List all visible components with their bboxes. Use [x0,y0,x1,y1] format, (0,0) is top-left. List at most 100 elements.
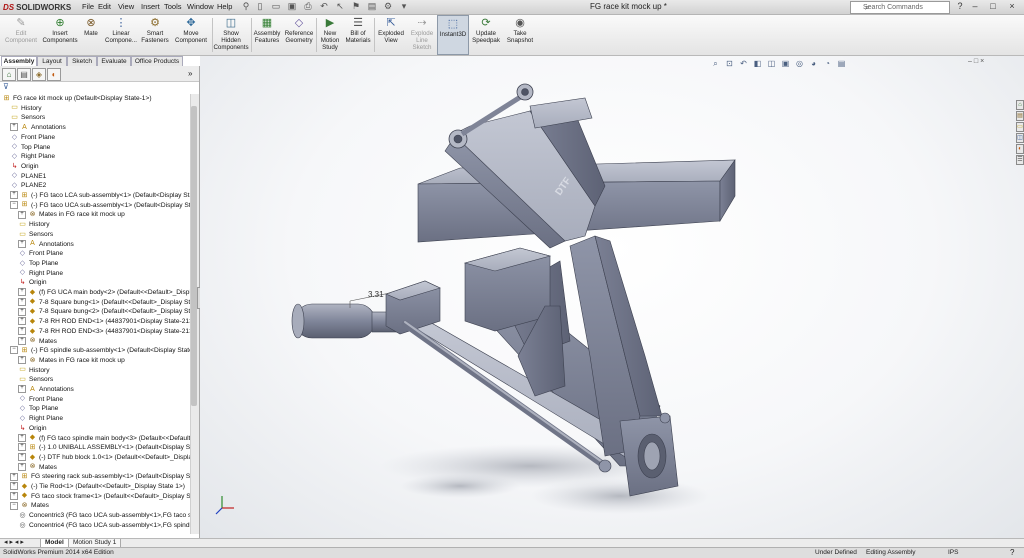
tree-item[interactable]: ◇ Top Plane [18,404,59,413]
take-snapshot-button[interactable]: ◉ Take Snapshot [503,15,537,55]
tab-sketch[interactable]: Sketch [67,56,97,66]
tree-item[interactable]: ▭ Sensors [18,230,53,239]
appearances-icon[interactable]: ◐ [1016,144,1024,154]
tree-item[interactable]: ▭ History [18,366,49,375]
tab-office-products[interactable]: Office Products [131,56,183,66]
tree-item[interactable]: ▭ Sensors [18,375,53,384]
tree-item[interactable]: ◇ PLANE1 [10,172,47,181]
update-speedpak-button[interactable]: ⟳ Update Speedpak [470,15,502,55]
tree-item[interactable]: + ⊗ Mates in FG race kit mock up [18,210,125,219]
new-document-icon[interactable]: ▯ [254,1,266,12]
tree-item[interactable]: ↳ Origin [10,162,39,171]
custom-properties-icon[interactable]: ☰ [1016,155,1024,165]
assembly-features-button[interactable]: ▦ Assembly Features [252,15,282,55]
insert-components-button[interactable]: ⊕ Insert Components [42,15,78,55]
menu-help[interactable]: Help [217,2,232,11]
dimension-value[interactable]: 3.31 [368,290,384,299]
move-component-button[interactable]: ✥ Move Component [172,15,210,55]
tab-evaluate[interactable]: Evaluate [97,56,131,66]
edit-appearance-icon[interactable]: ◕ [808,59,819,69]
tree-item[interactable]: + ◆ (-) Tie Rod<1> (Default<<Default>_Disp… [10,482,185,491]
reference-geometry-button[interactable]: ◇ Reference Geometry [283,15,315,55]
exploded-view-button[interactable]: ⇱ Exploded View [375,15,407,55]
feature-manager-tree-icon[interactable]: ⌂ [2,68,16,81]
tree-item[interactable]: + A Annotations [18,385,74,394]
zoom-to-fit-icon[interactable]: ⌕ [710,59,721,69]
rebuild-icon[interactable]: ⚑ [350,1,362,12]
bill-of-materials-button[interactable]: ☰ Bill of Materials [344,15,372,55]
tree-item[interactable]: ◇ Front Plane [10,133,55,142]
expand-icon[interactable]: + [18,239,26,248]
search-commands-field[interactable]: ⌕ Search Commands [850,1,950,14]
instant3d-button[interactable]: ⬚ Instant3D [437,15,469,55]
collapse-icon[interactable]: − [10,501,18,510]
display-manager-icon[interactable]: ◐ [47,68,61,81]
expand-panel-icon[interactable]: » [188,69,192,78]
menu-edit[interactable]: Edit [98,2,111,11]
select-arrow-icon[interactable]: ↖ [334,1,346,12]
tree-item[interactable]: ◇ Top Plane [10,143,51,152]
viewport-restore-icon[interactable]: □ [974,58,978,65]
tree-item[interactable]: ↳ Origin [18,278,47,287]
previous-view-icon[interactable]: ↶ [738,59,749,69]
tree-item[interactable]: ◇ PLANE2 [10,181,47,190]
expand-icon[interactable]: + [10,191,18,200]
hide-show-items-icon[interactable]: ◎ [794,59,805,69]
expand-icon[interactable]: + [10,491,18,500]
file-explorer-icon[interactable]: ▭ [1016,122,1024,132]
solidworks-resources-icon[interactable]: ⌂ [1016,100,1024,110]
tree-item[interactable]: + ⊗ Mates [18,462,57,472]
mate-button[interactable]: ⊗ Mate [80,15,102,55]
tree-item[interactable]: + ◆ 7-8 RH ROD END<1> (44837901<Display St… [18,317,190,326]
tree-item[interactable]: + ◆ FG taco stock frame<1> (Default<<Defau… [10,491,190,501]
tree-item[interactable]: + ◆ 7-8 Square bung<2> (Default<<Default>_… [18,307,190,316]
tree-item[interactable]: + ◆ (-) DTF hub block 1.0<1> (Default<<Def… [18,453,190,462]
view-palette-icon[interactable]: ◫ [1016,133,1024,143]
explode-line-sketch-button[interactable]: ⇢ Explode Line Sketch [408,15,436,55]
tree-item[interactable]: ◇ Right Plane [10,152,55,161]
expand-icon[interactable]: + [10,123,18,132]
view-orientation-icon[interactable]: ◫ [766,59,777,69]
property-manager-icon[interactable]: ▤ [17,68,31,81]
print-icon[interactable]: ⎙ [302,1,314,12]
tree-item[interactable]: ◎ Concentric3 (FG taco UCA sub-assembly<1… [18,511,190,520]
tree-item[interactable]: ↳ Origin [18,424,47,433]
tree-item[interactable]: ▭ History [18,220,49,229]
menu-tools[interactable]: Tools [164,2,182,11]
file-properties-icon[interactable]: ▤ [366,1,378,12]
tree-item[interactable]: − ⊞ (-) FG taco UCA sub-assembly<1> (Defau… [10,200,190,210]
display-style-icon[interactable]: ▣ [780,59,791,69]
tree-item[interactable]: + ⊞ (-) FG taco LCA sub-assembly<1> (Defau… [10,191,190,200]
tree-item[interactable]: + ⊞ (-) 1.0 UNIBALL ASSEMBLY<1> (Default<D… [18,443,190,452]
tree-item[interactable]: ▭ Sensors [10,113,45,122]
expand-icon[interactable]: + [18,336,26,345]
expand-icon[interactable]: + [18,297,26,306]
graphics-area[interactable]: DTF 3.31 [200,56,1024,538]
expand-icon[interactable]: + [18,288,26,297]
edit-component-button[interactable]: ✎ Edit Component [2,15,40,55]
expand-icon[interactable]: + [10,482,18,491]
expand-icon[interactable]: + [18,317,26,326]
expand-icon[interactable]: + [18,385,26,394]
save-icon[interactable]: ▣ [286,1,298,12]
dropdown-arrow-icon[interactable]: ▾ [398,1,410,12]
minimize-button[interactable]: – [968,1,982,12]
tree-item[interactable]: + ◆ 7-8 RH ROD END<3> (44837901<Display St… [18,327,190,336]
tree-item[interactable]: ◇ Right Plane [18,414,63,423]
expand-icon[interactable]: + [10,472,18,481]
undo-icon[interactable]: ↶ [318,1,330,12]
expand-icon[interactable]: + [18,307,26,316]
tree-item[interactable]: ◇ Front Plane [18,395,63,404]
expand-icon[interactable]: + [18,462,26,471]
tree-scrollbar-thumb[interactable] [191,106,197,406]
zoom-area-icon[interactable]: ⊡ [724,59,735,69]
tree-item[interactable]: + A Annotations [10,123,66,132]
design-library-icon[interactable]: ▤ [1016,111,1024,121]
tab-assembly[interactable]: Assembly [1,56,37,66]
linear-component-pattern-button[interactable]: ⋮ Linear Compone... [104,15,138,55]
menu-view[interactable]: View [118,2,134,11]
tab-scroll-arrows[interactable]: ◂ ▸ ◂ ▸ [4,539,24,547]
expand-icon[interactable]: + [18,443,26,452]
open-folder-icon[interactable]: ▭ [270,1,282,12]
view-settings-icon[interactable]: ▤ [836,59,847,69]
